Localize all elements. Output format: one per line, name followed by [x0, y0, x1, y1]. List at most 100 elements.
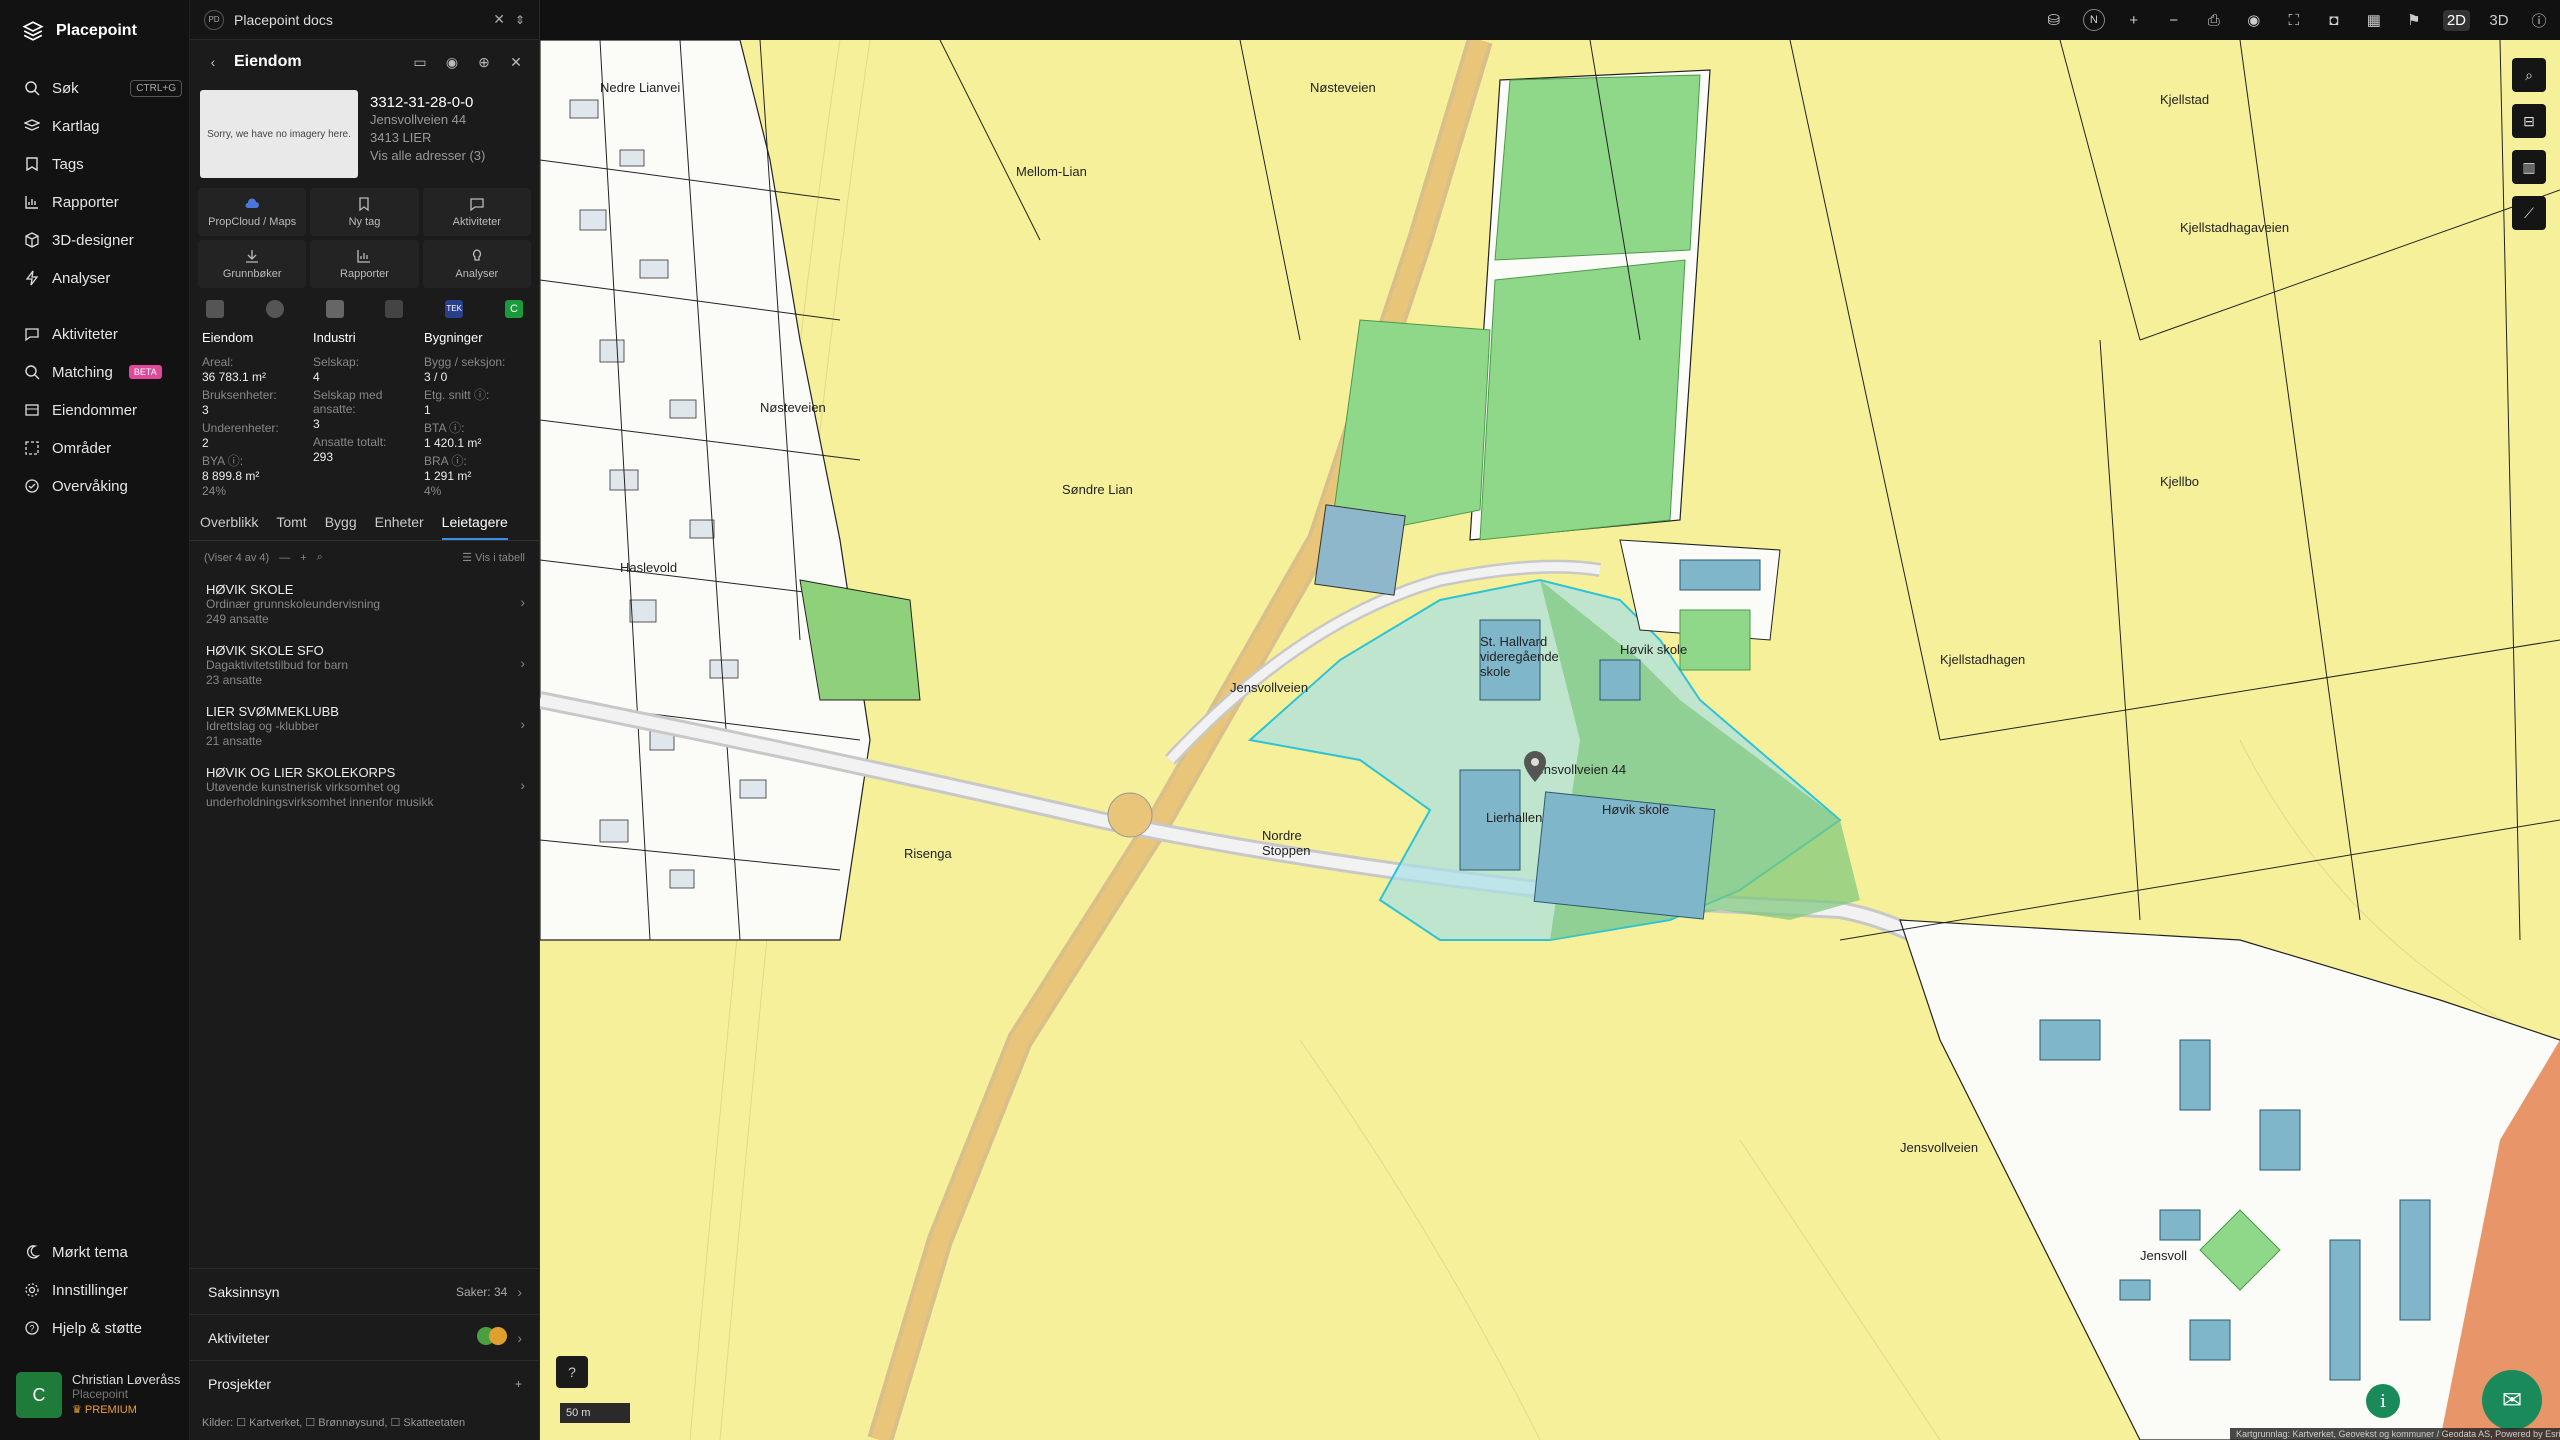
eye-icon[interactable]: ◉	[2243, 11, 2265, 29]
stats-title: Industri	[313, 330, 356, 345]
right-map-tools: ⌕ ⊟ ▥ ⟋	[2512, 58, 2546, 230]
stats-title: Bygninger	[424, 330, 483, 345]
back-icon[interactable]: ‹	[202, 54, 224, 70]
all-addresses-link[interactable]: Vis alle adresser (3)	[370, 147, 485, 165]
tab-tomt[interactable]: Tomt	[276, 514, 306, 540]
help-icon[interactable]: ?	[556, 1356, 588, 1388]
search-map-icon[interactable]: ⌕	[2512, 58, 2546, 92]
analyses-button[interactable]: Analyser	[422, 240, 531, 288]
add-icon[interactable]: +	[300, 552, 306, 564]
chevron-updown-icon[interactable]: ⇕	[515, 13, 525, 27]
layers-stack-icon[interactable]: ⛁	[2043, 11, 2065, 29]
collapse-icon[interactable]: —	[279, 552, 290, 564]
grunnboker-button[interactable]: Grunnbøker	[198, 240, 307, 288]
bookmark-icon[interactable]: ⚑	[2403, 11, 2425, 29]
doc-tab[interactable]: PD Placepoint docs ✕ ⇕	[190, 0, 539, 40]
user-card[interactable]: C Christian Løveråss Placepoint ♛ PREMIU…	[16, 1372, 180, 1418]
nav-item-aktiviteter[interactable]: Aktiviteter	[24, 320, 182, 348]
nav-item-rapporter[interactable]: Rapporter	[24, 188, 182, 216]
nav-item-morkt-tema[interactable]: Mørkt tema	[24, 1238, 182, 1266]
map-label: Nøsteveien	[1310, 80, 1376, 95]
row-label: Saksinnsyn	[208, 1283, 280, 1300]
add-icon[interactable]: ⊕	[473, 54, 495, 71]
nav-item-analyser[interactable]: Analyser	[24, 264, 182, 292]
grid-icon[interactable]: ▦	[2363, 11, 2385, 29]
search-icon[interactable]: ⌕	[317, 551, 323, 564]
nav-item-hjelp[interactable]: ? Hjelp & støtte	[24, 1314, 182, 1342]
globe-icon[interactable]	[265, 300, 284, 318]
zoom-in-icon[interactable]: +	[2123, 12, 2145, 29]
nav-item-matching[interactable]: Matching BETA	[24, 358, 182, 386]
stat-label: BRA ⓘ:	[424, 454, 467, 468]
map-toolbar: ⛁ N + − ⎙ ◉ ⛶ ◘ ▦ ⚑ 2D 3D ⓘ	[540, 0, 2560, 40]
bars-icon[interactable]	[385, 300, 404, 318]
tek-icon[interactable]: TEK	[445, 300, 464, 318]
zoom-out-icon[interactable]: −	[2163, 12, 2185, 29]
map-graphic	[540, 40, 2560, 1440]
table-view-link[interactable]: ☰ Vis i tabell	[462, 551, 525, 564]
activities-button[interactable]: Aktiviteter	[422, 188, 531, 236]
prosjekter-row[interactable]: Prosjekter +	[190, 1360, 540, 1406]
nav-item-3d-designer[interactable]: 3D-designer	[24, 226, 182, 254]
chart-icon[interactable]: ▥	[2512, 150, 2546, 184]
fullscreen-icon[interactable]: ⛶	[2283, 12, 2305, 29]
nav-item-sok[interactable]: Søk CTRL+G	[24, 74, 182, 102]
id-card-icon[interactable]: ▭	[409, 54, 431, 71]
tab-bygg[interactable]: Bygg	[325, 514, 357, 540]
chevron-right-icon: ›	[520, 716, 525, 732]
brand[interactable]: Placepoint	[22, 20, 137, 42]
tab-overblikk[interactable]: Overblikk	[200, 514, 258, 540]
map-canvas[interactable]: Høvik skole Høvik skole St. Hallvard vid…	[540, 40, 2560, 1440]
close-icon[interactable]: ✕	[493, 11, 505, 28]
info-icon[interactable]: ⓘ	[2528, 10, 2550, 31]
nav-item-omrader[interactable]: Områder	[24, 434, 182, 462]
nav-item-overvaking[interactable]: Overvåking	[24, 472, 182, 500]
nav-item-kartlag[interactable]: Kartlag	[24, 112, 182, 140]
mode-2d-button[interactable]: 2D	[2442, 9, 2470, 31]
beta-badge: BETA	[128, 365, 162, 379]
building-icon[interactable]	[325, 300, 344, 318]
nav-item-tags[interactable]: Tags	[24, 150, 182, 178]
list-item[interactable]: HØVIK SKOLE Ordinær grunnskoleundervisni…	[190, 574, 539, 635]
nav-label: Kartlag	[52, 117, 100, 135]
stat-label: Ansatte totalt:	[313, 435, 387, 449]
c-icon[interactable]: C	[504, 300, 523, 318]
nav-item-eiendommer[interactable]: Eiendommer	[24, 396, 182, 424]
add-icon[interactable]: +	[515, 1377, 522, 1391]
list-item[interactable]: LIER SVØMMEKLUBB Idrettslag og -klubber …	[190, 696, 539, 757]
aktiviteter-row[interactable]: Aktiviteter ›	[190, 1314, 540, 1360]
propcloud-button[interactable]: PropCloud / Maps	[198, 188, 307, 236]
ruler-icon[interactable]: ⟋	[2512, 196, 2546, 230]
nav-item-innstillinger[interactable]: Innstillinger	[24, 1276, 182, 1304]
stat-percent: 4%	[424, 484, 442, 498]
tab-leietagere[interactable]: Leietagere	[441, 514, 508, 540]
kartverket-icon[interactable]	[206, 300, 224, 318]
reports-button[interactable]: Rapporter	[310, 240, 419, 288]
list-item[interactable]: HØVIK OG LIER SKOLEKORPS Utøvende kunstn…	[190, 757, 539, 818]
mode-3d-button[interactable]: 3D	[2488, 12, 2510, 29]
svg-text:?: ?	[30, 1324, 35, 1334]
tab-title: Placepoint docs	[234, 11, 333, 28]
chat-button[interactable]: ✉	[2482, 1370, 2542, 1430]
map-label: Høvik skole	[1620, 642, 1688, 657]
new-tag-button[interactable]: Ny tag	[310, 188, 419, 236]
stat-value: 4	[313, 370, 320, 384]
stats-industri: Industri Selskap: 4 Selskap med ansatte:…	[313, 330, 418, 498]
map-label: St. Hallvard videregående skole	[1480, 634, 1559, 679]
measure-icon[interactable]: ⊟	[2512, 104, 2546, 138]
print-icon[interactable]: ⎙	[2203, 12, 2225, 29]
eye-icon[interactable]: ◉	[441, 54, 463, 71]
bookmark-icon	[359, 197, 370, 212]
compass-icon[interactable]: N	[2082, 9, 2105, 31]
nav-label: Eiendommer	[52, 401, 138, 419]
close-icon[interactable]: ✕	[505, 54, 527, 71]
map-label: Mellom-Lian	[1016, 164, 1087, 179]
camera-icon[interactable]: ◘	[2323, 12, 2345, 29]
property-thumbnail: Sorry, we have no imagery here.	[200, 90, 358, 178]
info-button[interactable]: i	[2366, 1384, 2400, 1418]
map-pin-icon[interactable]	[1522, 750, 1548, 784]
map-label: Kjellstad	[2160, 92, 2210, 107]
list-item[interactable]: HØVIK SKOLE SFO Dagaktivitetstilbud for …	[190, 635, 539, 696]
saksinnsyn-row[interactable]: Saksinnsyn Saker: 34 ›	[190, 1268, 540, 1314]
tab-enheter[interactable]: Enheter	[375, 514, 424, 540]
